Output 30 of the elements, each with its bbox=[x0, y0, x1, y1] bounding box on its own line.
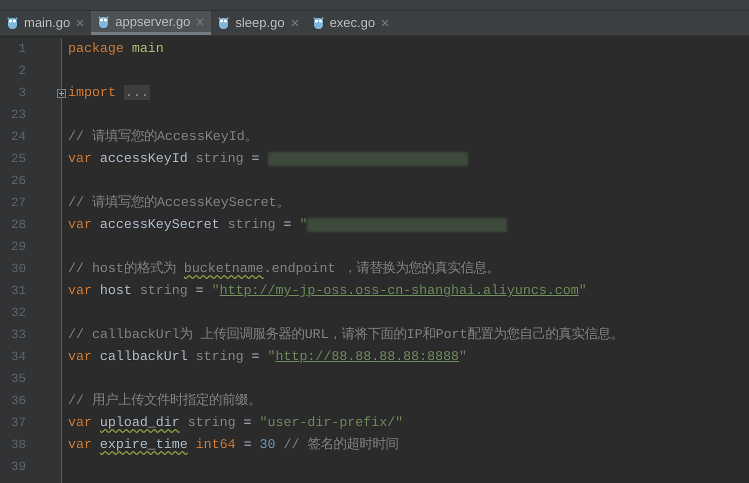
editor-tab[interactable]: exec.go bbox=[306, 11, 396, 35]
tab-label: main.go bbox=[24, 14, 70, 32]
editor-tab[interactable]: main.go bbox=[0, 11, 92, 35]
code-line: var upload_dir string = "user-dir-prefix/" bbox=[68, 414, 404, 432]
gopher-icon bbox=[7, 16, 18, 30]
editor-tab[interactable]: appserver.go bbox=[91, 11, 212, 35]
tab-label: exec.go bbox=[330, 14, 376, 32]
editor-tab[interactable]: sleep.go bbox=[211, 11, 306, 35]
code-line: // host的格式为 bucketname.endpoint ，请替换为您的真实信息。 bbox=[68, 260, 500, 278]
code-line: import ... bbox=[68, 84, 150, 102]
code-line: var expire_time int64 = 30 // 签名的超时时间 bbox=[68, 436, 398, 454]
code-line: // 请填写您的AccessKeyId。 bbox=[68, 128, 258, 146]
code-line: var callbackUrl string = "http://88.88.88.88:8888" bbox=[68, 348, 468, 366]
close-icon[interactable] bbox=[381, 19, 390, 27]
code-line: // callbackUrl为 上传回调服务器的URL，请将下面的IP和Port配置为您自己的真实信息。 bbox=[68, 326, 624, 344]
code-line: var accessKeySecret string = " bbox=[68, 215, 508, 235]
gopher-icon bbox=[98, 14, 110, 28]
code-line: package main bbox=[68, 40, 164, 58]
close-icon[interactable] bbox=[76, 19, 84, 27]
close-icon[interactable] bbox=[290, 19, 299, 27]
code-line: // 用户上传文件时指定的前缀。 bbox=[68, 392, 261, 410]
gopher-icon bbox=[218, 16, 230, 30]
tab-label: sleep.go bbox=[235, 14, 285, 32]
tab-label: appserver.go bbox=[115, 12, 190, 31]
code-line: var accessKeyId string = bbox=[68, 149, 468, 169]
fold-expand-icon[interactable] bbox=[57, 88, 66, 98]
code-line: var host string = "http://my-jp-oss.oss-cn-shanghai.aliyuncs.com" bbox=[68, 282, 587, 300]
gopher-icon bbox=[312, 16, 324, 30]
close-icon[interactable] bbox=[196, 18, 204, 26]
code-line: // 请填写您的AccessKeySecret。 bbox=[68, 194, 290, 212]
